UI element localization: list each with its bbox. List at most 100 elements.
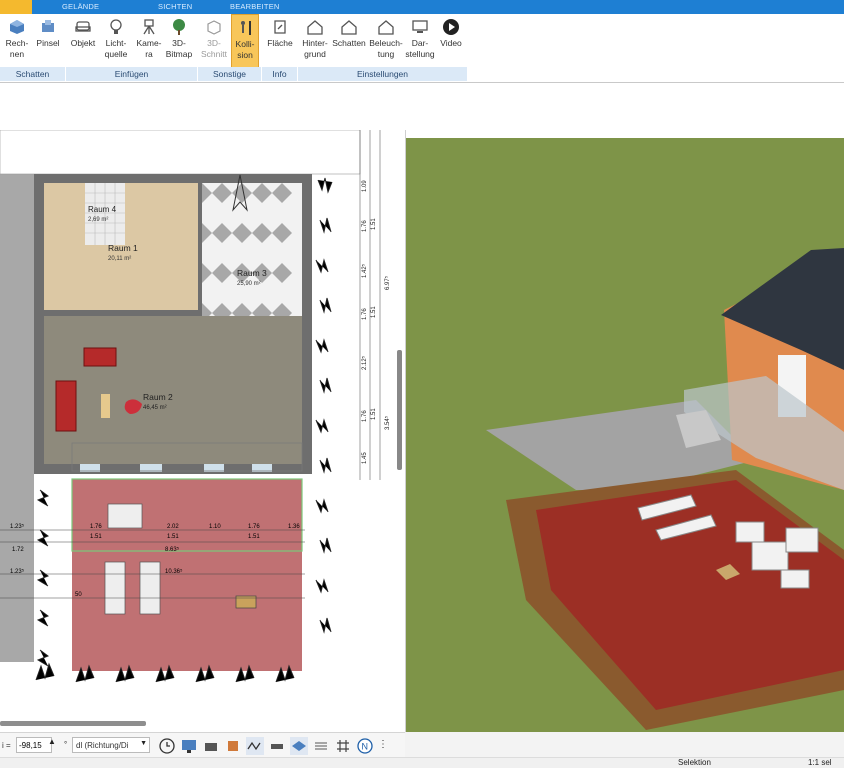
active-tab-indicator [0,0,32,14]
car-icon[interactable] [268,737,286,755]
north-icon[interactable]: N [356,737,374,755]
dim-t4: 1.51 [167,534,179,540]
svg-text:1.45: 1.45 [362,452,368,464]
brush-icon [42,20,54,32]
svg-text:1.76: 1.76 [362,220,368,232]
svg-text:1.42⁵: 1.42⁵ [361,263,368,278]
clock-icon[interactable] [158,737,176,755]
hintergrund-label: Hinter- grund [302,38,328,59]
stack-icon[interactable] [312,737,330,755]
dim-t12: 10.36⁵ [165,568,183,575]
3d-canvas[interactable] [406,130,844,732]
dim-column-labels: 1.09 1.76 1.51 1.42⁵ 6.97⁵ 1.76 1.51 2.1… [361,180,391,464]
secondary-toolbar-area [0,83,844,131]
status-bar: Selektion 1:1 sel [0,757,844,768]
tab-bearbeiten[interactable]: BEARBEITEN [230,2,280,11]
direction-select-value: dl (Richtung/Di [76,741,129,750]
floor-plan-canvas[interactable]: Raum 4 2,69 m² Raum 1 20,11 m² Raum 3 25… [0,130,405,732]
kollision-label: Kolli- sion [235,39,255,60]
area-icon [274,20,286,34]
sofa-icon [75,21,91,32]
svg-text:N: N [362,742,369,752]
lounger-1[interactable] [104,561,126,615]
objekt-label: Objekt [70,38,96,48]
kamera-button[interactable]: Kame- ra [134,14,164,68]
svg-text:1.51: 1.51 [371,306,377,318]
camera-small-icon[interactable] [202,737,220,755]
bench[interactable] [107,503,143,529]
dim-t2: 1.51 [90,534,102,540]
tab-gelaende[interactable]: GELÄNDE [62,2,99,11]
svg-text:3.54⁵: 3.54⁵ [384,415,391,430]
video-button[interactable]: Video [437,14,465,68]
beleuchtung-label: Beleuch- tung [369,38,403,59]
sofa[interactable] [83,347,117,367]
status-mode: Selektion [678,758,711,767]
flaeche-label: Fläche [267,38,293,48]
paint-icon[interactable] [224,737,242,755]
plan-frame-top [0,130,361,175]
house-light-icon [378,20,394,35]
3d-bitmap-button[interactable]: 3D- Bitmap [164,14,194,68]
dim-t3: 2.02 [167,524,179,530]
beleuchtung-button[interactable]: Beleuch- tung [368,14,404,68]
room-4-area: 2,69 m² [88,217,108,223]
floor-plan-view[interactable]: Raum 4 2,69 m² Raum 1 20,11 m² Raum 3 25… [0,130,406,732]
sofa-left[interactable] [55,380,77,432]
coffee-table[interactable] [101,394,110,418]
ribbon: Rech- nen Pinsel Objekt Licht- quelle Ka… [0,14,844,83]
dim-t9: 1.72 [12,547,24,553]
lightbulb-icon [110,19,122,34]
kollision-button[interactable]: Kolli- sion [231,14,259,68]
dim-t10: 8.63⁵ [165,546,180,553]
svg-text:1.76: 1.76 [362,308,368,320]
monitor-icon[interactable] [180,737,198,755]
room-3-area: 25,90 m² [237,281,261,287]
svg-text:1.51: 1.51 [371,408,377,420]
horizontal-scrollbar[interactable] [0,721,146,726]
play-icon [443,19,459,35]
dim-t5: 1.10 [209,524,221,530]
objekt-button[interactable]: Objekt [68,14,98,68]
dim-t0: 1.23⁵ [10,523,25,530]
view-splitter-handle[interactable] [397,350,402,470]
dim-t11: 1.23⁵ [10,568,25,575]
3d-schnitt-button[interactable]: 3D- Schnitt [198,14,230,68]
dim-t1: 1.76 [90,524,102,530]
angle-unit: ° [64,740,68,749]
more-menu[interactable]: ⋮ [378,739,388,750]
direction-select[interactable]: dl (Richtung/Di ▼ [72,737,150,753]
group-schatten: Schatten [0,67,66,81]
3d-view[interactable] [406,130,844,732]
dim-t13: 50 [75,592,82,598]
hintergrund-button[interactable]: Hinter- grund [300,14,330,68]
svg-text:1.51: 1.51 [371,218,377,230]
layer-icon[interactable] [290,737,308,755]
angle-stepper[interactable]: ▲ [48,737,56,746]
status-selection: 1:1 sel [808,758,832,767]
schatten-label: Schatten [332,38,366,48]
flaeche-button[interactable]: Fläche [265,14,295,68]
pinsel-button[interactable]: Pinsel [34,14,62,68]
house-shadow-icon [341,20,357,35]
camera-icon [143,19,155,35]
dim-t6: 1.76 [248,524,260,530]
ribbon-tab-bar: GELÄNDE SICHTEN BEARBEITEN [0,0,844,14]
bottom-toolbar: i = ▲ ° dl (Richtung/Di ▼ N ⋮ [0,732,405,759]
svg-text:2.12⁵: 2.12⁵ [361,355,368,370]
rechnen-button[interactable]: Rech- nen [2,14,32,68]
video-label: Video [440,38,462,48]
schatten-button[interactable]: Schatten [332,14,366,68]
room-2-area: 46,45 m² [143,405,167,411]
darstellung-button[interactable]: Dar- stellung [404,14,436,68]
grid-icon[interactable] [334,737,352,755]
tab-sichten[interactable]: SICHTEN [158,2,192,11]
angle-input[interactable] [16,737,52,753]
lounger-2[interactable] [139,561,161,615]
svg-text:1.76: 1.76 [362,410,368,422]
room-4-name: Raum 4 [88,205,117,214]
lichtquelle-button[interactable]: Licht- quelle [102,14,130,68]
room-1-name: Raum 1 [108,243,138,253]
wave-icon[interactable] [246,737,264,755]
group-info: Info [262,67,298,81]
